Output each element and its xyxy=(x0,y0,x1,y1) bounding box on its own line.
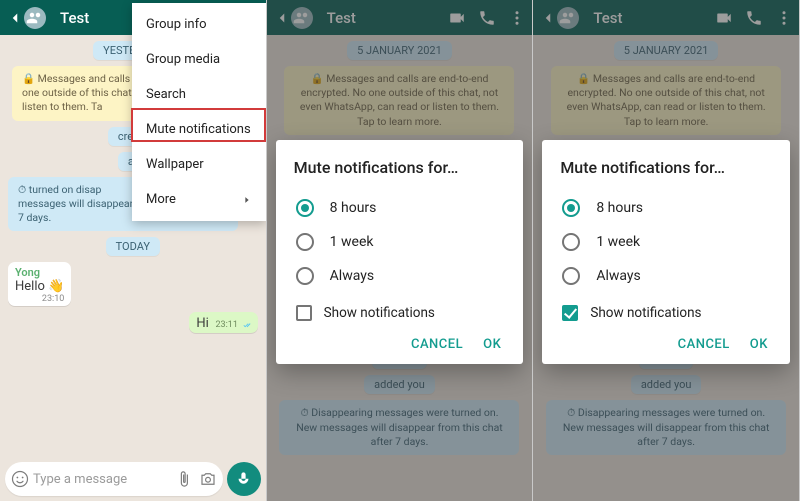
dialog-title: Mute notifications for… xyxy=(560,158,772,177)
radio-1-week[interactable]: 1 week xyxy=(294,225,506,259)
panel-chat-with-menu: Test YESTERDAY 🔒 Messages and calls are … xyxy=(0,0,267,501)
message-time: 23:10 xyxy=(15,294,64,304)
ok-button[interactable]: OK xyxy=(483,337,501,352)
cancel-button[interactable]: CANCEL xyxy=(678,337,730,352)
read-receipt-icon xyxy=(241,321,251,331)
panel-mute-dialog-unchecked: Test 5 JANUARY 2021 🔒 Messages and calls… xyxy=(267,0,534,501)
emoji-icon[interactable] xyxy=(11,470,29,488)
radio-icon xyxy=(296,199,314,217)
radio-icon xyxy=(562,267,580,285)
menu-item-wallpaper[interactable]: Wallpaper xyxy=(132,147,266,182)
menu-item-group-media[interactable]: Group media xyxy=(132,42,266,77)
camera-icon[interactable] xyxy=(199,470,217,488)
ok-button[interactable]: OK xyxy=(750,337,768,352)
panel-mute-dialog-checked: Test 5 JANUARY 2021 🔒 Messages and calls… xyxy=(533,0,800,501)
message-text: Hi xyxy=(196,316,208,331)
sender-name: Yong xyxy=(15,266,64,279)
chevron-right-icon xyxy=(242,195,252,205)
radio-8-hours[interactable]: 8 hours xyxy=(294,191,506,225)
radio-icon xyxy=(562,233,580,251)
message-time: 23:11 xyxy=(216,320,238,330)
radio-icon xyxy=(562,199,580,217)
message-input-bar: Type a message xyxy=(5,462,261,496)
message-outgoing[interactable]: Hi 23:11 xyxy=(189,312,257,333)
radio-icon xyxy=(296,267,314,285)
mute-dialog: Mute notifications for… 8 hours 1 week A… xyxy=(542,140,790,364)
input-placeholder: Type a message xyxy=(29,472,175,487)
message-input[interactable]: Type a message xyxy=(5,462,223,496)
mute-dialog: Mute notifications for… 8 hours 1 week A… xyxy=(276,140,524,364)
radio-1-week[interactable]: 1 week xyxy=(560,225,772,259)
message-incoming[interactable]: Yong Hello 👋 23:10 xyxy=(8,262,71,306)
menu-item-mute-notifications[interactable]: Mute notifications xyxy=(132,112,266,147)
voice-record-button[interactable] xyxy=(227,462,261,496)
checkbox-icon xyxy=(562,305,578,321)
attach-icon[interactable] xyxy=(175,470,193,488)
message-text: Hello 👋 xyxy=(15,279,64,294)
date-separator: TODAY xyxy=(106,237,160,256)
checkbox-show-notifications[interactable]: Show notifications xyxy=(560,293,772,327)
overflow-menu: Group info Group media Search Mute notif… xyxy=(132,3,266,221)
cancel-button[interactable]: CANCEL xyxy=(411,337,463,352)
menu-item-search[interactable]: Search xyxy=(132,77,266,112)
menu-item-more[interactable]: More xyxy=(132,182,266,217)
dialog-title: Mute notifications for… xyxy=(294,158,506,177)
radio-8-hours[interactable]: 8 hours xyxy=(560,191,772,225)
menu-item-group-info[interactable]: Group info xyxy=(132,7,266,42)
checkbox-show-notifications[interactable]: Show notifications xyxy=(294,293,506,327)
group-avatar[interactable] xyxy=(24,7,46,29)
radio-icon xyxy=(296,233,314,251)
radio-always[interactable]: Always xyxy=(560,259,772,293)
back-button[interactable] xyxy=(6,7,54,29)
checkbox-icon xyxy=(296,305,312,321)
radio-always[interactable]: Always xyxy=(294,259,506,293)
